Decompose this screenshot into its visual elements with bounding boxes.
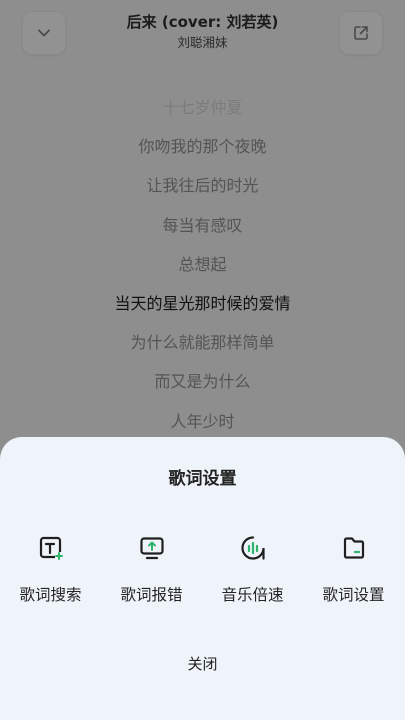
lyric-settings-sheet: 歌词设置 歌词搜索 歌词报错 音乐倍速 歌词设置 关闭 <box>0 437 405 720</box>
song-artist: 刘聪湘妹 <box>177 35 228 50</box>
song-title: 后来 (cover: 刘若英) <box>126 13 279 31</box>
lyric-line[interactable]: 为什么就能那样简单 <box>0 323 405 362</box>
lyric-search-option[interactable]: 歌词搜索 <box>0 531 101 621</box>
close-button[interactable]: 关闭 <box>140 649 265 679</box>
lyric-line[interactable]: 十七岁仲夏 <box>0 88 405 127</box>
lyric-line[interactable]: 人年少时 <box>0 402 405 441</box>
playback-speed-icon <box>240 535 266 561</box>
chevron-down-icon <box>38 29 50 37</box>
sheet-title: 歌词设置 <box>168 469 237 489</box>
lyric-report-label: 歌词报错 <box>120 586 183 604</box>
top-bar: 后来 (cover: 刘若英) 刘聪湘妹 <box>0 0 405 64</box>
lyric-line[interactable]: 让我往后的时光 <box>0 166 405 205</box>
playback-speed-option[interactable]: 音乐倍速 <box>202 531 303 621</box>
lyric-report-option[interactable]: 歌词报错 <box>101 531 202 621</box>
lyric-search-icon <box>38 535 64 561</box>
lyrics-list[interactable]: 十七岁仲夏 你吻我的那个夜晚 让我往后的时光 每当有感叹 总想起 当天的星光那时… <box>0 88 405 441</box>
lyric-settings-icon <box>341 535 367 561</box>
lyric-line-current[interactable]: 当天的星光那时候的爱情 <box>0 284 405 323</box>
share-icon <box>354 26 368 40</box>
lyric-search-label: 歌词搜索 <box>19 586 82 604</box>
lyric-settings-label: 歌词设置 <box>322 586 385 604</box>
lyric-line[interactable]: 总想起 <box>0 245 405 284</box>
lyric-line[interactable]: 你吻我的那个夜晚 <box>0 127 405 166</box>
collapse-button[interactable] <box>22 11 66 55</box>
lyric-settings-option[interactable]: 歌词设置 <box>303 531 404 621</box>
lyric-line[interactable]: 而又是为什么 <box>0 362 405 401</box>
lyric-report-icon <box>139 535 165 561</box>
share-button[interactable] <box>339 11 383 55</box>
playback-speed-label: 音乐倍速 <box>221 586 284 604</box>
lyric-line[interactable]: 每当有感叹 <box>0 206 405 245</box>
options-row: 歌词搜索 歌词报错 音乐倍速 歌词设置 <box>0 531 405 621</box>
